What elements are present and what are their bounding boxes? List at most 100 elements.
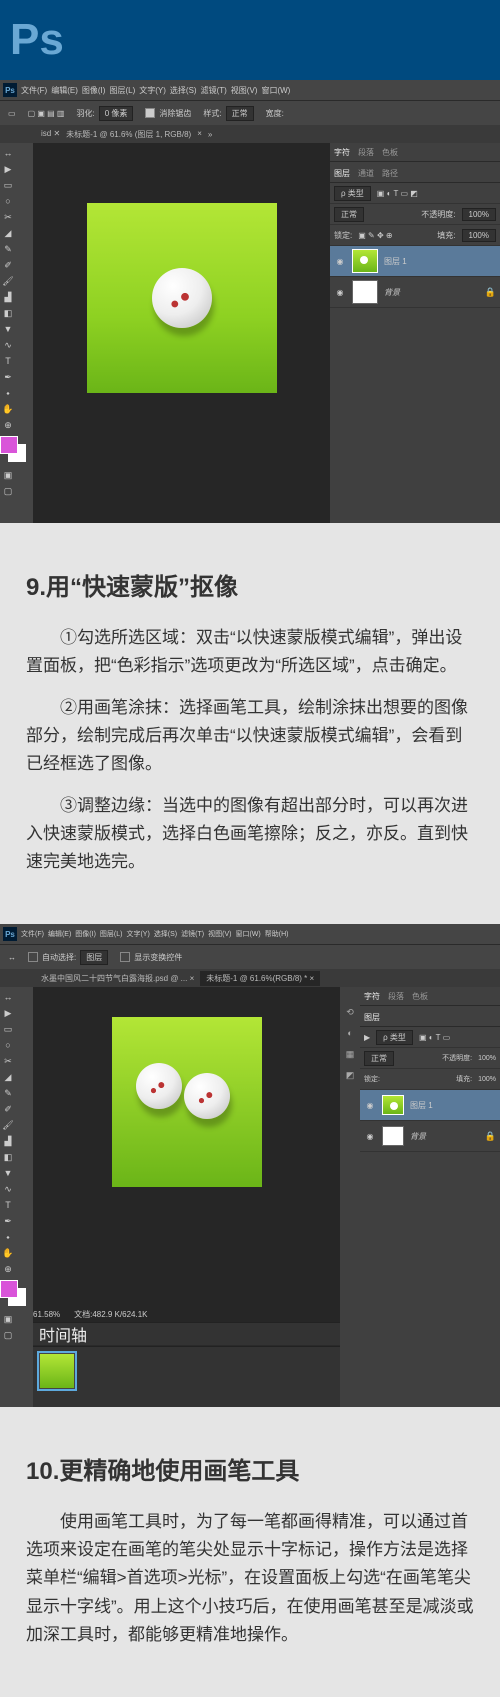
adjust-icon[interactable]: ◐	[344, 1028, 356, 1040]
marquee-tool-icon[interactable]: ▭	[1, 178, 15, 192]
transform-checkbox[interactable]	[120, 952, 130, 962]
zoom-tool-icon[interactable]: ⊕	[1, 418, 15, 432]
panel-tab-char[interactable]: 字符	[364, 991, 380, 1002]
menu-image[interactable]: 图像(I)	[82, 85, 106, 96]
path-tool-icon[interactable]: ⬩	[1, 386, 15, 400]
layer-row-1[interactable]: ◉ 图层 1	[360, 1090, 500, 1121]
menu-view[interactable]: 视图(V)	[208, 929, 231, 939]
blend-select[interactable]: 正常	[334, 207, 364, 222]
type-tool-icon[interactable]: T	[1, 354, 15, 368]
menu-select[interactable]: 选择(S)	[154, 929, 177, 939]
antialias-checkbox[interactable]	[145, 108, 155, 118]
menu-filter[interactable]: 滤镜(T)	[201, 85, 227, 96]
visibility-icon[interactable]: ◉	[334, 286, 346, 298]
slice-tool-icon[interactable]: ◢	[1, 1070, 15, 1084]
color-swatches[interactable]	[0, 436, 30, 464]
more-tabs-icon[interactable]: »	[208, 130, 212, 139]
eraser-tool-icon[interactable]: ◧	[1, 1150, 15, 1164]
panel-tab-char[interactable]: 字符	[334, 147, 350, 158]
panel-tab-channels[interactable]: 通道	[358, 168, 374, 179]
panel-tab-layers[interactable]: 图层	[334, 168, 350, 179]
canvas[interactable]: 61.58% 文档:482.9 K/624.1K 时间轴	[33, 987, 340, 1407]
layer-row-bg[interactable]: ◉ 背景 🔒	[360, 1121, 500, 1152]
menu-edit[interactable]: 编辑(E)	[51, 85, 78, 96]
opacity-input[interactable]: 100%	[462, 208, 496, 221]
canvas[interactable]	[33, 143, 330, 523]
layer-row-bg[interactable]: ◉ 背景 🔒	[330, 277, 500, 308]
stamp-tool-icon[interactable]: ▟	[1, 1134, 15, 1148]
panel-tab-para[interactable]: 段落	[388, 991, 404, 1002]
opacity-input[interactable]: 100%	[478, 1055, 496, 1062]
visibility-icon[interactable]: ◉	[364, 1130, 376, 1142]
menu-view[interactable]: 视图(V)	[231, 85, 258, 96]
hand-tool-icon[interactable]: ✋	[1, 1246, 15, 1260]
filter-icons[interactable]: ▣ ◐ T ▭ ◩	[377, 189, 418, 198]
eraser-tool-icon[interactable]: ◧	[1, 306, 15, 320]
panel-tab-swatch[interactable]: 色板	[412, 991, 428, 1002]
eyedropper-tool-icon[interactable]: ✎	[1, 1086, 15, 1100]
eyedropper-tool-icon[interactable]: ✎	[1, 242, 15, 256]
feather-input[interactable]: 0 像素	[99, 106, 134, 121]
ellipse-tool-icon[interactable]: ○	[1, 1038, 15, 1052]
autoselect-select[interactable]: 图层	[80, 950, 108, 965]
menu-select[interactable]: 选择(S)	[170, 85, 197, 96]
brush-tool-icon[interactable]: 🖌	[1, 1118, 15, 1132]
menu-layer[interactable]: 图层(L)	[109, 85, 135, 96]
move-tool-icon[interactable]: ↔	[1, 146, 15, 160]
menu-image[interactable]: 图像(I)	[75, 929, 96, 939]
panel-tab-swatch[interactable]: 色板	[382, 147, 398, 158]
move-tool-icon[interactable]: ↔	[1, 990, 15, 1004]
panel-tab-paths[interactable]: 路径	[382, 168, 398, 179]
bucket-tool-icon[interactable]: ▼	[1, 1166, 15, 1180]
menu-text[interactable]: 文字(Y)	[139, 85, 166, 96]
layer-kind-select[interactable]: ρ 类型	[334, 186, 371, 201]
lock-icons[interactable]: ▣ ✎ ✥ ⊕	[358, 231, 392, 240]
menu-window[interactable]: 窗口(W)	[235, 929, 260, 939]
crop-tool-icon[interactable]: ✂	[1, 210, 15, 224]
menu-filter[interactable]: 滤镜(T)	[181, 929, 204, 939]
doc-tab-2[interactable]: 未标题-1 @ 61.6%(RGB/8) * ×	[200, 971, 320, 986]
type-tool-icon[interactable]: T	[1, 1198, 15, 1212]
menu-text[interactable]: 文字(Y)	[126, 929, 149, 939]
menu-file[interactable]: 文件(F)	[21, 85, 47, 96]
heal-tool-icon[interactable]: ✐	[1, 1102, 15, 1116]
screenmode-tool-icon[interactable]: ▢	[1, 484, 15, 498]
pen-tool-icon[interactable]: ✒	[1, 370, 15, 384]
crop-tool-icon[interactable]: ✂	[1, 1054, 15, 1068]
blur-tool-icon[interactable]: ∿	[1, 1182, 15, 1196]
menu-layer[interactable]: 图层(L)	[100, 929, 123, 939]
styles-icon[interactable]: ◩	[344, 1070, 356, 1082]
artboard-tool-icon[interactable]: ▶	[1, 1006, 15, 1020]
path-tool-icon[interactable]: ⬩	[1, 1230, 15, 1244]
color-swatches[interactable]	[0, 1280, 30, 1308]
zoom-readout[interactable]: 61.58%	[33, 1310, 60, 1319]
history-icon[interactable]: ⟲	[344, 1007, 356, 1019]
bucket-tool-icon[interactable]: ▼	[1, 322, 15, 336]
panel-tab-layers[interactable]: 图层	[364, 1012, 380, 1023]
doc-tab-1[interactable]: 水墨中国风二十四节气白露海报.psd @ ... ×	[35, 971, 200, 986]
timeline-frame[interactable]	[37, 1351, 77, 1391]
visibility-icon[interactable]: ◉	[364, 1099, 376, 1111]
pen-tool-icon[interactable]: ✒	[1, 1214, 15, 1228]
fill-input[interactable]: 100%	[478, 1076, 496, 1083]
menu-window[interactable]: 窗口(W)	[261, 85, 290, 96]
doc-tab[interactable]: isd ✕ 未标题-1 @ 61.6% (图层 1, RGB/8) ×	[35, 127, 208, 142]
panel-tab-para[interactable]: 段落	[358, 147, 374, 158]
marquee-tool-icon[interactable]: ▭	[1, 1022, 15, 1036]
zoom-tool-icon[interactable]: ⊕	[1, 1262, 15, 1276]
swatch-icon[interactable]: ▦	[344, 1049, 356, 1061]
quickmask-tool-icon[interactable]: ▣	[1, 468, 15, 482]
ellipse-tool-icon[interactable]: ○	[1, 194, 15, 208]
filter-icons[interactable]: ▣ ◐ T ▭	[419, 1033, 450, 1042]
blur-tool-icon[interactable]: ∿	[1, 338, 15, 352]
layer-row-1[interactable]: ◉ 图层 1	[330, 246, 500, 277]
style-select[interactable]: 正常	[226, 106, 254, 121]
menu-help[interactable]: 帮助(H)	[265, 929, 289, 939]
sel-mode-icons[interactable]: ▢ ▣ ▤ ▥	[28, 109, 65, 118]
heal-tool-icon[interactable]: ✐	[1, 258, 15, 272]
autoselect-checkbox[interactable]	[28, 952, 38, 962]
screenmode-tool-icon[interactable]: ▢	[1, 1328, 15, 1342]
timeline-tab[interactable]: 时间轴	[39, 1322, 87, 1346]
hand-tool-icon[interactable]: ✋	[1, 402, 15, 416]
quickmask-tool-icon[interactable]: ▣	[1, 1312, 15, 1326]
